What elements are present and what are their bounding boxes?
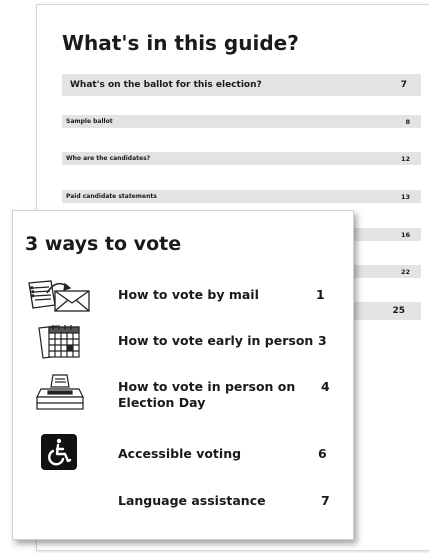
mail-ballot-icon bbox=[25, 279, 91, 316]
vote-item-page: 1 bbox=[316, 287, 325, 302]
toc-label: Paid candidate statements bbox=[66, 193, 157, 200]
ballot-box-icon bbox=[33, 373, 87, 414]
toc-page-number: 16 bbox=[400, 230, 410, 239]
toc-label: Sample ballot bbox=[66, 118, 113, 125]
accessibility-icon bbox=[41, 434, 77, 473]
toc-row-candidates[interactable]: Who are the candidates? 12 bbox=[62, 152, 421, 165]
vote-item-label: How to vote by mail bbox=[118, 287, 259, 302]
toc-page-number: 22 bbox=[400, 267, 410, 276]
toc-label: Who are the candidates? bbox=[66, 155, 151, 162]
toc-page-number: 12 bbox=[400, 154, 410, 163]
vote-item-label: Language assistance bbox=[118, 493, 266, 508]
ways-to-vote-card: 3 ways to vote How to vote by mail 1 How… bbox=[12, 210, 354, 540]
toc-page-number: 8 bbox=[405, 117, 410, 126]
toc-row-ballot[interactable]: What's on the ballot for this election? … bbox=[62, 74, 421, 96]
guide-title: What's in this guide? bbox=[62, 31, 299, 55]
vote-item-label: How to vote early in person bbox=[118, 333, 314, 348]
toc-page-number: 7 bbox=[400, 80, 407, 90]
calendar-icon bbox=[37, 323, 87, 362]
vote-item-label: Accessible voting bbox=[118, 446, 242, 461]
vote-item-page: 7 bbox=[321, 493, 330, 508]
toc-row-statements[interactable]: Paid candidate statements 13 bbox=[62, 190, 421, 203]
vote-item-label: How to vote in person on Election Day bbox=[118, 379, 296, 410]
toc-row-sample-ballot[interactable]: Sample ballot 8 bbox=[62, 115, 421, 128]
vote-item-page: 6 bbox=[318, 446, 327, 461]
toc-page-number: 13 bbox=[400, 192, 410, 201]
toc-page-number: 25 bbox=[392, 306, 405, 316]
toc-label: What's on the ballot for this election? bbox=[70, 80, 262, 90]
vote-item-page: 4 bbox=[321, 379, 330, 394]
ways-to-vote-title: 3 ways to vote bbox=[25, 233, 182, 255]
vote-item-page: 3 bbox=[318, 333, 327, 348]
